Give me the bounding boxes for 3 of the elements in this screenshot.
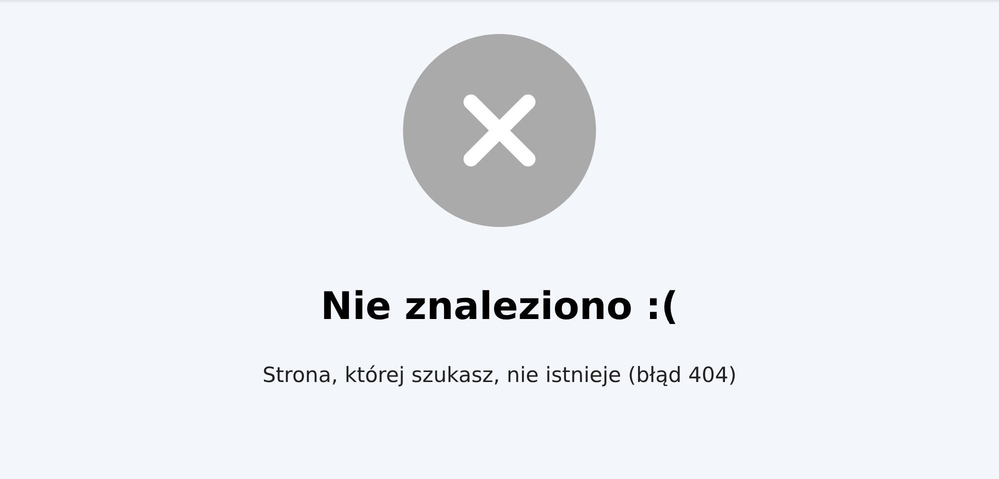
- error-x-icon: [403, 34, 596, 227]
- page-title: Nie znaleziono :(: [320, 283, 678, 330]
- error-message: Strona, której szukasz, nie istnieje (błąd 404): [262, 362, 737, 389]
